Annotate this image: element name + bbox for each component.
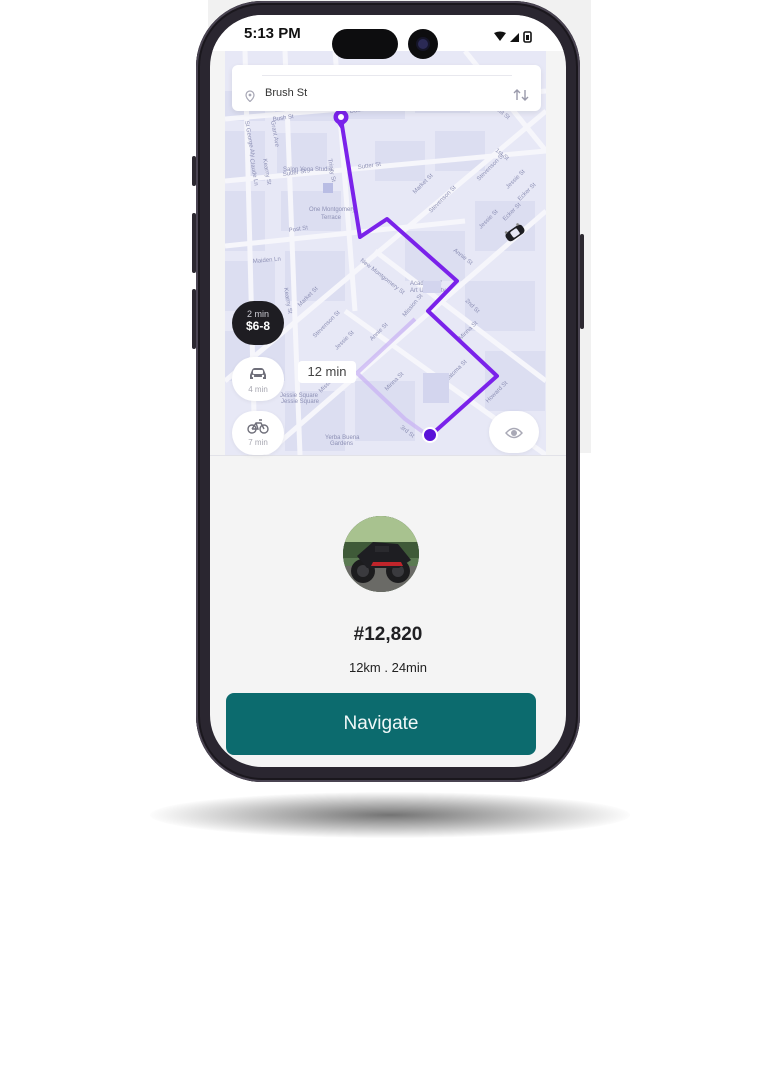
fare-estimate-chip[interactable]: 2 min $6-8 xyxy=(232,301,284,345)
volume-up-button xyxy=(192,156,196,186)
status-time: 5:13 PM xyxy=(244,25,301,42)
route-time-tag: 12 min xyxy=(298,361,356,383)
svg-text:Salon Yoga Studio: Salon Yoga Studio xyxy=(283,167,333,173)
svg-text:Gardens: Gardens xyxy=(330,441,353,447)
car-mode-chip[interactable]: 4 min xyxy=(232,357,284,401)
ride-id: #12,820 xyxy=(353,624,423,645)
destination-dot-icon xyxy=(422,427,438,443)
bike-eta: 7 min xyxy=(248,438,268,447)
volume-down-button xyxy=(192,213,196,273)
bicycle-icon xyxy=(232,418,284,438)
svg-text:Jessie Square: Jessie Square xyxy=(281,399,320,405)
fare-price: $6-8 xyxy=(245,319,271,333)
phone-frame: 5:13 PM Bush St Sutter St Sutter St Post… xyxy=(192,1,584,782)
car-eta: 4 min xyxy=(248,385,268,394)
route-search-card[interactable]: Brush St xyxy=(232,65,541,111)
eye-icon xyxy=(505,425,523,444)
phone-shadow xyxy=(150,792,630,838)
destination-input[interactable]: Brush St xyxy=(265,87,307,99)
svg-text:One Montgomery: One Montgomery xyxy=(309,207,355,213)
dynamic-island xyxy=(332,29,398,59)
location-pin-icon xyxy=(245,87,255,106)
front-camera xyxy=(408,29,438,59)
wifi-icon xyxy=(494,31,506,41)
car-icon xyxy=(232,366,284,385)
signal-icon xyxy=(510,33,519,42)
map-divider xyxy=(210,455,566,456)
power-button xyxy=(580,234,584,329)
silent-button xyxy=(192,289,196,349)
eye-button[interactable] xyxy=(489,411,539,453)
status-icons xyxy=(492,28,536,43)
rider-avatar xyxy=(343,516,419,592)
phone-screen: 5:13 PM Bush St Sutter St Sutter St Post… xyxy=(210,15,566,767)
ride-details: 12km . 24min xyxy=(348,660,428,675)
navigate-button[interactable]: Navigate xyxy=(226,693,536,755)
svg-text:Terrace: Terrace xyxy=(321,215,342,221)
fare-eta: 2 min xyxy=(246,309,269,319)
origin-field-divider xyxy=(262,75,512,76)
bike-mode-chip[interactable]: 7 min xyxy=(232,411,284,455)
swap-icon[interactable] xyxy=(513,86,529,105)
